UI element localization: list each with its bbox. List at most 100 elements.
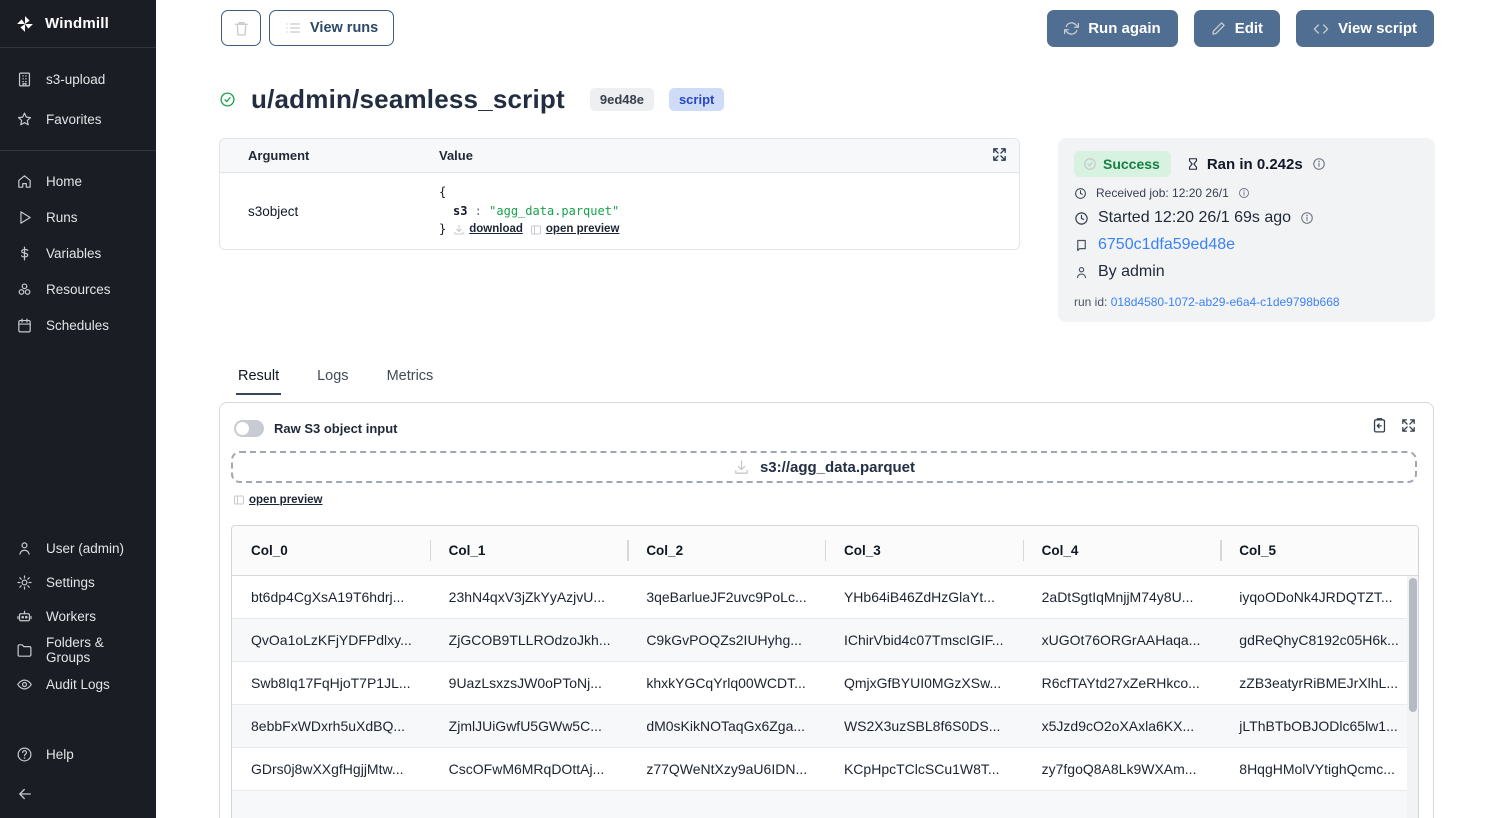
table-cell: YHb64iB46ZdHzGlaYt... <box>825 576 1023 619</box>
tab-logs[interactable]: Logs <box>315 366 350 395</box>
argument-name: s3object <box>220 173 439 249</box>
table-scrollbar-thumb[interactable] <box>1409 578 1417 712</box>
result-data-table-wrapper: Col_0Col_1Col_2Col_3Col_4Col_5 bt6dp4CgX… <box>231 525 1419 818</box>
table-row: GDrs0j8wXXgfHgjjMtw...CscOFwM6MRqDOttAj.… <box>232 748 1418 791</box>
open-preview-link[interactable]: open preview <box>233 494 323 506</box>
table-cell: IChirVbid4c07TmscIGIF... <box>825 619 1023 662</box>
table-cell: xUGOt76ORGrAAHaqa... <box>1023 619 1221 662</box>
view-runs-label: View runs <box>310 20 378 36</box>
calendar-icon <box>16 317 33 334</box>
sidebar-item-audit-logs[interactable]: Audit Logs <box>0 667 156 701</box>
table-cell: CscOFwM6MRqDOttAj... <box>430 748 628 791</box>
table-cell: 23hN4qxV3jZkYyAzjvU... <box>430 576 628 619</box>
run-id-row: run id: 018d4580-1072-ab29-e6a4-c1de9798… <box>1074 295 1419 309</box>
run-id-link[interactable]: 018d4580-1072-ab29-e6a4-c1de9798b668 <box>1111 295 1340 309</box>
sidebar-item-home[interactable]: Home <box>0 163 156 199</box>
sidebar-item-label: Workers <box>46 609 96 624</box>
s3-file-link-label: s3://agg_data.parquet <box>760 459 915 476</box>
table-cell <box>1220 791 1418 818</box>
sidebar-item-settings[interactable]: Settings <box>0 565 156 599</box>
value-column-header: Value <box>439 148 473 163</box>
table-row: 8ebbFxWDxrh5uXdBQ...ZjmlJUiGwfU5GWw5C...… <box>232 705 1418 748</box>
user-icon <box>16 540 33 557</box>
sidebar-item-label: Schedules <box>46 318 109 333</box>
tab-metrics[interactable]: Metrics <box>385 366 436 395</box>
json-key: s3 <box>453 204 467 218</box>
windmill-logo-icon <box>15 14 35 34</box>
view-script-button[interactable]: View script <box>1296 10 1434 47</box>
table-cell: 2aDtSgtIqMnjjM74y8U... <box>1023 576 1221 619</box>
sidebar-item-label: Help <box>46 747 74 762</box>
sidebar-item-runs[interactable]: Runs <box>0 199 156 235</box>
sidebar-logo[interactable]: Windmill <box>0 0 156 48</box>
windmill-run-page: Windmill s3-upload Favorites Hom <box>0 0 1493 818</box>
code-icon <box>1313 21 1329 37</box>
sidebar-item-label: Variables <box>46 246 101 261</box>
sidebar-menu-section: Home Runs Variables Resources <box>0 163 156 343</box>
worker-icon <box>1074 238 1089 253</box>
table-cell: 8ebbFxWDxrh5uXdBQ... <box>232 705 430 748</box>
toolbar-left: View runs <box>221 10 394 46</box>
raw-s3-toggle-label: Raw S3 object input <box>274 421 398 436</box>
delete-run-button[interactable] <box>221 10 261 46</box>
refresh-icon <box>1064 21 1079 36</box>
list-icon <box>285 20 301 36</box>
expand-icon[interactable] <box>991 146 1008 163</box>
result-panel: Raw S3 object input s3://agg_data.parque… <box>219 402 1434 818</box>
info-icon[interactable] <box>1300 211 1314 225</box>
table-cell: x5Jzd9cO2oXAxla6KX... <box>1023 705 1221 748</box>
raw-s3-toggle-row: Raw S3 object input <box>234 420 398 437</box>
edit-button[interactable]: Edit <box>1194 10 1280 47</box>
sidebar-item-label: Runs <box>46 210 78 225</box>
argument-column-header: Argument <box>220 148 439 163</box>
sidebar-collapse-button[interactable] <box>0 777 156 818</box>
table-cell: zZB3eatyrRiBMEJrXlhL... <box>1220 662 1418 705</box>
page-header: u/admin/seamless_script 9ed48e script <box>219 83 724 115</box>
tab-result[interactable]: Result <box>236 366 281 395</box>
sidebar-item-folders-groups[interactable]: Folders & Groups <box>0 633 156 667</box>
table-cell: R6cfTAYtd27xZeRHkco... <box>1023 662 1221 705</box>
resources-icon <box>16 281 33 298</box>
expand-result-icon[interactable] <box>1400 417 1417 434</box>
sidebar-item-s3-upload[interactable]: s3-upload <box>0 59 156 99</box>
info-icon[interactable] <box>1238 187 1250 199</box>
view-runs-button[interactable]: View runs <box>269 10 394 46</box>
table-cell <box>825 791 1023 818</box>
sidebar-item-variables[interactable]: Variables <box>0 235 156 271</box>
sidebar-item-help[interactable]: Help <box>0 737 156 771</box>
check-circle-icon <box>1083 157 1097 171</box>
run-again-label: Run again <box>1088 20 1161 37</box>
copy-result-icon[interactable] <box>1371 417 1388 434</box>
script-hash-badge: 9ed48e <box>590 88 654 111</box>
column-header: Col_3 <box>825 526 1023 576</box>
open-preview-link[interactable]: open preview <box>530 221 620 239</box>
clock-icon <box>1074 211 1089 226</box>
sidebar: Windmill s3-upload Favorites Hom <box>0 0 156 818</box>
raw-s3-toggle[interactable] <box>234 420 264 437</box>
table-cell: z77QWeNtXzy9aU6IDN... <box>627 748 825 791</box>
table-cell: dM0sKikNOTaqGx6Zga... <box>627 705 825 748</box>
sidebar-item-label: Resources <box>46 282 111 297</box>
toolbar-right: Run again Edit View script <box>1047 10 1434 47</box>
sidebar-item-workers[interactable]: Workers <box>0 599 156 633</box>
received-job-text: Received job: 12:20 26/1 <box>1096 186 1229 200</box>
sidebar-item-user[interactable]: User (admin) <box>0 531 156 565</box>
sidebar-item-label: User (admin) <box>46 541 124 556</box>
table-cell <box>232 791 430 818</box>
s3-file-download-box[interactable]: s3://agg_data.parquet <box>231 451 1417 483</box>
json-close-brace: } <box>439 220 446 239</box>
sidebar-workspace-section: s3-upload Favorites <box>0 48 156 151</box>
info-icon[interactable] <box>1312 157 1326 171</box>
run-again-button[interactable]: Run again <box>1047 10 1178 47</box>
table-cell: 9UazLsxzsJW0oPToNj... <box>430 662 628 705</box>
worker-id-link[interactable]: 6750c1dfa59ed48e <box>1098 236 1235 254</box>
gear-icon <box>16 574 33 591</box>
sidebar-item-schedules[interactable]: Schedules <box>0 307 156 343</box>
sidebar-item-resources[interactable]: Resources <box>0 271 156 307</box>
status-badge: Success <box>1074 151 1171 177</box>
panel-preview-icon <box>233 494 245 506</box>
sidebar-item-favorites[interactable]: Favorites <box>0 99 156 139</box>
download-link[interactable]: download <box>453 221 523 239</box>
json-open-brace: { <box>439 183 619 202</box>
table-header-row: Col_0Col_1Col_2Col_3Col_4Col_5 <box>232 526 1418 576</box>
